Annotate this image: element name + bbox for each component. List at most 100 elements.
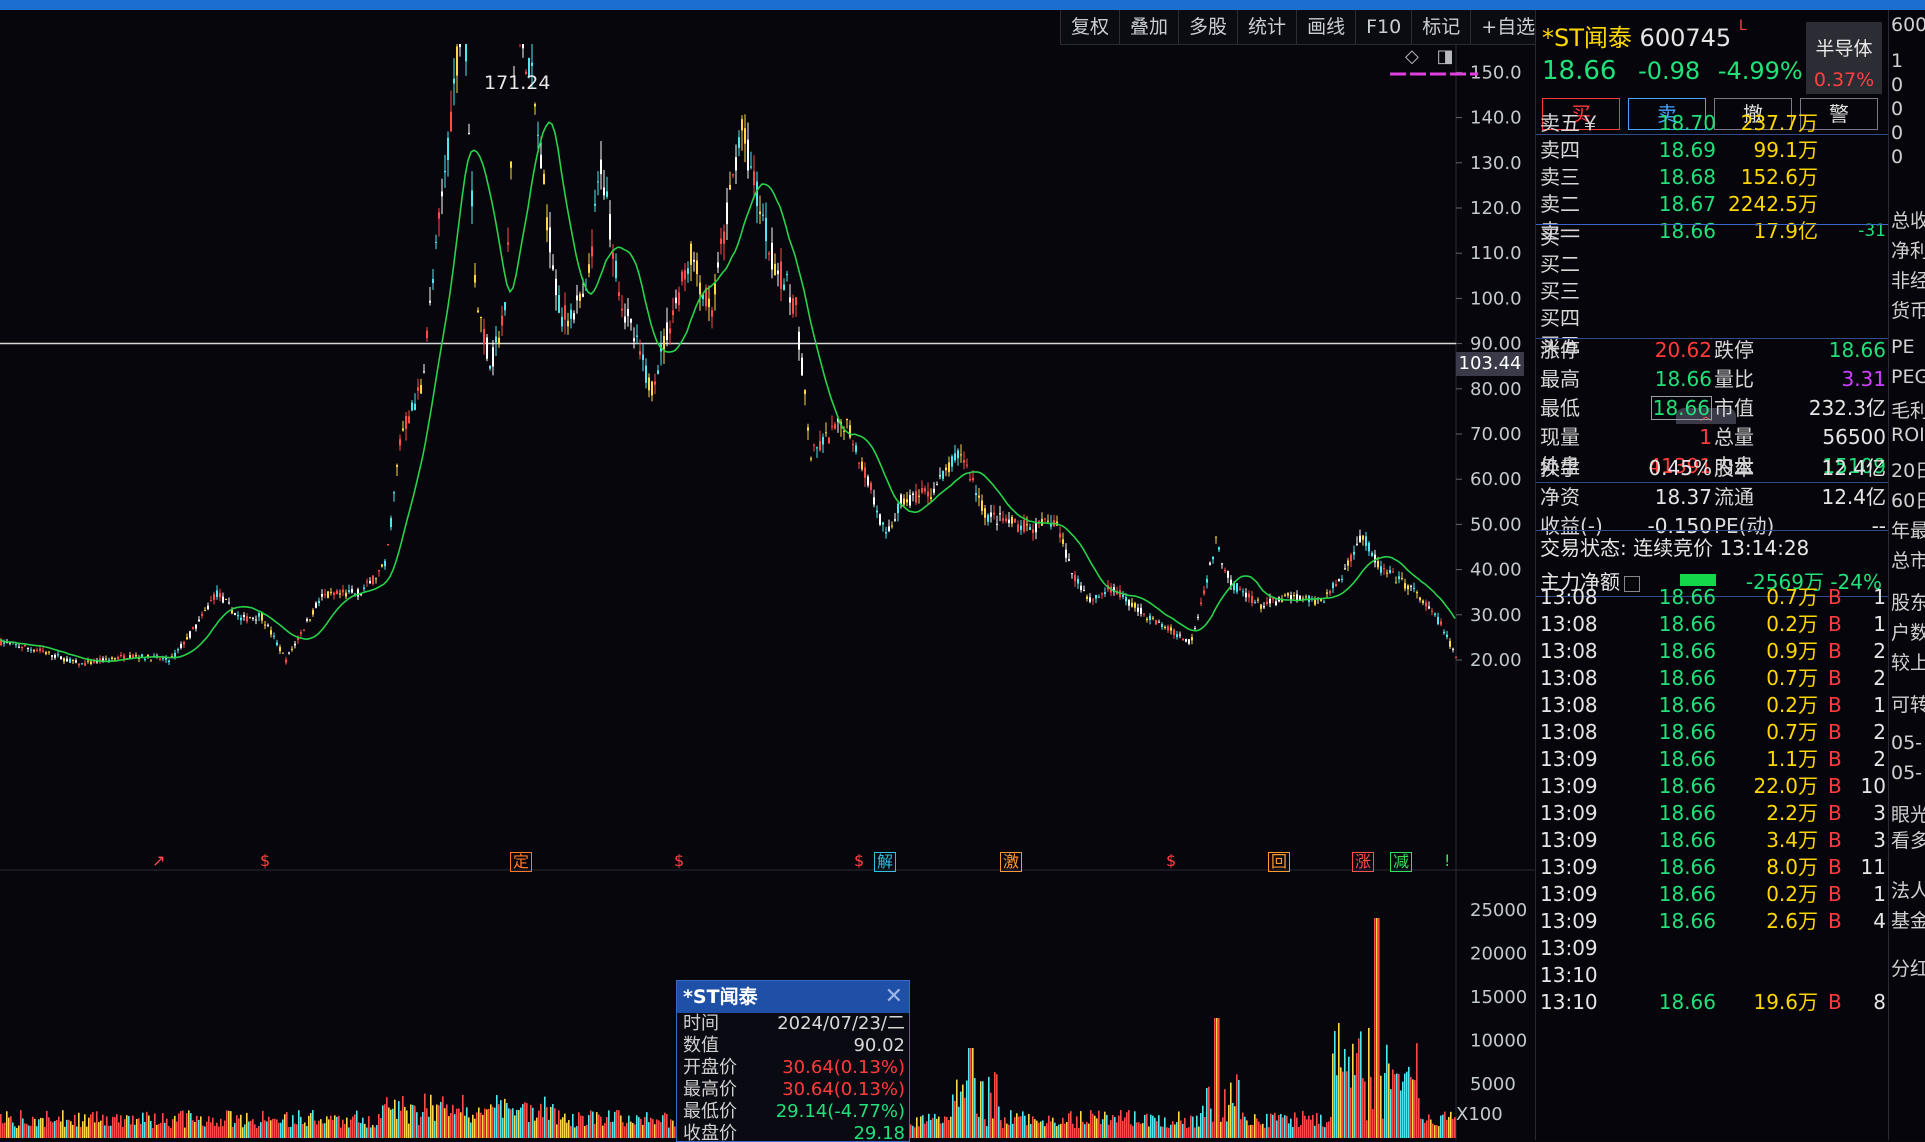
event-marker[interactable]: 回 — [1268, 852, 1291, 872]
ask-row[interactable]: 卖三 18.68 152.6万 — [1536, 164, 1888, 191]
candle-body — [378, 569, 380, 572]
kline-chart-panel[interactable]: 160.0150.0140.0130.0120.0110.0100.090.00… — [0, 44, 1535, 1140]
volume-bar — [1290, 1118, 1292, 1138]
toolbar-multi-stock-button[interactable]: 多股 — [1178, 10, 1237, 44]
close-icon[interactable]: ✕ — [885, 981, 903, 1013]
bid-row[interactable]: 买四 — [1536, 305, 1888, 332]
candle-body — [1422, 600, 1424, 604]
volume-bar — [598, 1114, 600, 1138]
tick-list[interactable]: 13:08 18.66 0.7万 B 1 13:08 18.66 0.2万 B 1 13:08 18.… — [1536, 584, 1888, 1016]
ask-row[interactable]: 卖五￥ 18.70 237.7万 — [1536, 110, 1888, 137]
bid-row[interactable]: 买一 — [1536, 224, 1888, 251]
event-marker[interactable]: ! — [1442, 852, 1452, 870]
bid-row[interactable]: 买三 — [1536, 278, 1888, 305]
bid-row[interactable]: 买二 — [1536, 251, 1888, 278]
volume-bar — [670, 1119, 672, 1138]
kline-chart-canvas[interactable]: 160.0150.0140.0130.0120.0110.0100.090.00… — [0, 44, 1535, 1140]
candle-body — [882, 522, 884, 525]
volume-bar — [174, 1115, 176, 1138]
event-marker[interactable]: $ — [852, 852, 866, 870]
toolbar-fuquan-button[interactable]: 复权 — [1060, 10, 1119, 44]
candle-body — [135, 655, 137, 657]
volume-bar — [646, 1112, 648, 1138]
event-marker[interactable]: 减 — [1390, 852, 1413, 872]
event-marker[interactable]: ↗ — [150, 852, 167, 870]
event-marker[interactable]: 解 — [874, 852, 897, 872]
tick-side: B — [1828, 585, 1842, 609]
candle-body — [771, 242, 773, 270]
volume-bar — [28, 1125, 30, 1138]
volume-bar — [388, 1107, 390, 1138]
volume-bar — [1104, 1111, 1106, 1138]
toolbar-add-watchlist-button[interactable]: +自选 — [1470, 10, 1545, 44]
event-marker[interactable]: $ — [258, 852, 272, 870]
candle-body — [1440, 621, 1442, 625]
event-marker[interactable]: 激 — [1000, 852, 1023, 872]
ask-row[interactable]: 卖四 18.69 99.1万 — [1536, 137, 1888, 164]
candle-body — [1206, 579, 1208, 583]
candle-body — [495, 336, 497, 343]
sector-badge[interactable]: 半导体 0.37% — [1806, 22, 1882, 94]
tooltip-title-bar[interactable]: *ST闻泰 ✕ — [677, 981, 909, 1013]
candle-body — [183, 641, 185, 645]
tick-row: 13:09 18.66 8.0万 B 11 — [1536, 854, 1888, 881]
stat-value: 56500 — [1822, 425, 1886, 449]
candle-body — [1299, 595, 1301, 600]
stat-key: 最低 — [1540, 396, 1580, 420]
tick-row: 13:08 18.66 0.7万 B 1 — [1536, 584, 1888, 611]
volume-bar — [652, 1119, 654, 1138]
volume-bar — [1124, 1117, 1126, 1138]
volume-bar — [366, 1127, 368, 1138]
candle-body — [783, 284, 785, 290]
volume-bar — [610, 1121, 612, 1138]
stat-key: 量比 — [1714, 367, 1754, 391]
event-marker[interactable]: $ — [1164, 852, 1178, 870]
volume-bar — [72, 1124, 74, 1138]
volume-bar — [1086, 1121, 1088, 1138]
volume-bar — [1064, 1123, 1066, 1138]
candle-body — [972, 477, 974, 481]
volume-bar — [422, 1111, 424, 1138]
candle-body — [795, 297, 797, 306]
candle-body — [90, 661, 92, 665]
tick-volume: 2.2万 — [1766, 801, 1818, 825]
toolbar-f10-button[interactable]: F10 — [1355, 10, 1411, 44]
volume-bar — [1398, 1074, 1400, 1138]
event-marker[interactable]: 涨 — [1352, 852, 1375, 872]
toolbar-draw-line-button[interactable]: 画线 — [1296, 10, 1355, 44]
far-panel-label: 总市 — [1891, 550, 1925, 572]
volume-bar — [1100, 1123, 1102, 1138]
ask-price: 18.70 — [1658, 111, 1716, 135]
data-tooltip-window[interactable]: *ST闻泰 ✕ 时间 2024/07/23/二 数值 90.02 开盘价 30.64(0.… — [676, 980, 910, 1142]
volume-bar — [20, 1110, 22, 1138]
candle-body — [1371, 552, 1373, 556]
candle-body — [1089, 597, 1091, 602]
toolbar-statistics-button[interactable]: 统计 — [1237, 10, 1296, 44]
candle-body — [990, 512, 992, 517]
tick-time: 13:10 — [1540, 990, 1598, 1014]
candle-body — [180, 644, 182, 648]
tick-time: 13:08 — [1540, 666, 1598, 690]
volume-bar — [920, 1116, 922, 1138]
tick-volume: 3.4万 — [1766, 828, 1818, 852]
event-marker[interactable]: $ — [672, 852, 686, 870]
volume-bar — [1366, 1120, 1368, 1138]
volume-bar — [344, 1124, 346, 1138]
event-marker[interactable]: 定 — [510, 852, 533, 872]
ask-row[interactable]: 卖二 18.67 2242.5万 — [1536, 191, 1888, 218]
candle-body — [399, 439, 401, 446]
chart-corner-icons[interactable]: ◇ ◨ — [1405, 46, 1460, 67]
tick-count: 3 — [1873, 801, 1886, 825]
volume-bar — [1282, 1117, 1284, 1138]
candle-body — [1155, 620, 1157, 625]
candle-body — [918, 495, 920, 497]
candle-body — [759, 211, 761, 215]
volume-bar — [966, 1080, 968, 1138]
volume-bar — [350, 1119, 352, 1138]
toolbar-overlay-button[interactable]: 叠加 — [1119, 10, 1178, 44]
far-panel-label: 年最 — [1891, 520, 1925, 542]
candle-body — [507, 242, 509, 245]
candle-body — [27, 647, 29, 649]
volume-bar — [1060, 1123, 1062, 1138]
toolbar-mark-button[interactable]: 标记 — [1411, 10, 1470, 44]
